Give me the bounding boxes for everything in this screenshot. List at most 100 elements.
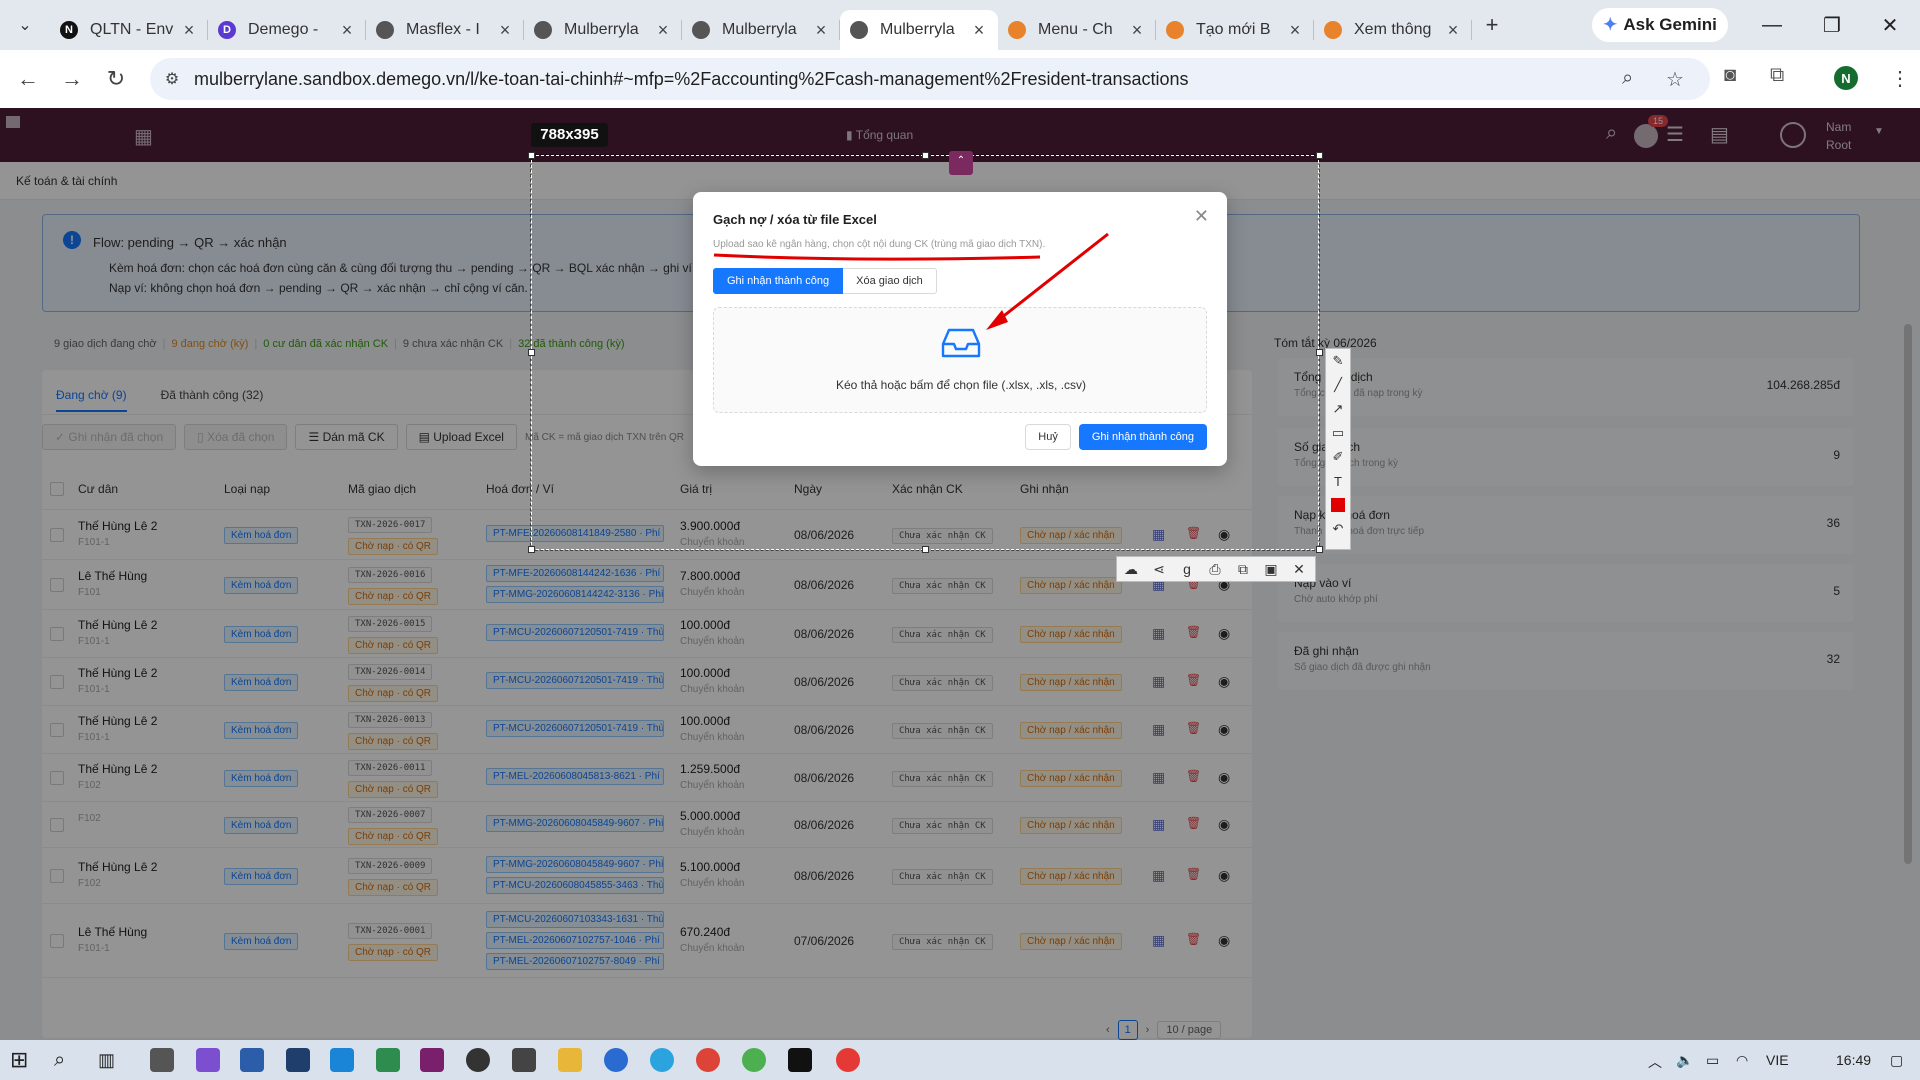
taskbar-search-icon[interactable]: ⌕ — [54, 1048, 78, 1072]
rectangle-icon[interactable]: ▭ — [1326, 421, 1350, 445]
tab-favicon-icon: N — [60, 21, 78, 39]
undo-icon[interactable]: ↶ — [1326, 517, 1350, 541]
text-icon[interactable]: T — [1326, 469, 1350, 493]
upload-cloud-icon[interactable]: ☁ — [1117, 561, 1145, 578]
url-text[interactable]: mulberrylane.sandbox.demego.vn/l/ke-toan… — [194, 69, 1189, 90]
battery-icon[interactable]: ▭ — [1706, 1052, 1719, 1069]
tab-favicon-icon — [1166, 21, 1184, 39]
tab-favicon-icon: D — [218, 21, 236, 39]
browser-tab[interactable]: D Demego - × — [208, 10, 366, 50]
copy-icon[interactable]: ⧉ — [1229, 561, 1257, 578]
tab-close-icon[interactable]: × — [1286, 20, 1304, 41]
google-search-icon[interactable]: g — [1173, 561, 1201, 577]
profile-avatar[interactable]: N — [1834, 66, 1858, 90]
vscode-icon[interactable] — [330, 1048, 354, 1072]
tab-close-icon[interactable]: × — [654, 20, 672, 41]
browser-tab[interactable]: Tạo mới B × — [1156, 10, 1314, 50]
bookmark-star-icon[interactable]: ☆ — [1666, 67, 1684, 92]
chrome-icon-1[interactable] — [696, 1048, 720, 1072]
browser-tab[interactable]: Menu - Ch × — [998, 10, 1156, 50]
new-tab-icon[interactable]: + — [1472, 12, 1512, 38]
forward-icon[interactable]: → — [50, 66, 94, 92]
share-icon[interactable]: ⋖ — [1145, 561, 1173, 578]
tab-close-icon[interactable]: × — [180, 20, 198, 41]
tab-label: Mulberryla — [564, 21, 639, 38]
omnibox[interactable]: ⚙ mulberrylane.sandbox.demego.vn/l/ke-to… — [150, 58, 1710, 100]
save-icon[interactable]: ▣ — [1257, 561, 1285, 578]
volume-icon[interactable]: 🔈 — [1676, 1052, 1693, 1069]
annotation-toolbar: ✎ ╱ ↗ ▭ ✐ T ↶ — [1325, 348, 1351, 550]
resize-handle-sw[interactable] — [528, 546, 535, 553]
app-icon-6[interactable] — [376, 1048, 400, 1072]
windows-taskbar: ⊞ ⌕ ▥ ︿ 🔈 ▭ ◠ VIE 16:49 ▢ — [0, 1040, 1920, 1080]
tab-close-icon[interactable]: × — [496, 20, 514, 41]
tab-close-icon[interactable]: × — [338, 20, 356, 41]
line-icon[interactable]: ╱ — [1326, 373, 1350, 397]
browser-menu-icon[interactable]: ⋮ — [1890, 66, 1910, 91]
ask-gemini-button[interactable]: ✦ Ask Gemini — [1592, 8, 1728, 42]
restore-icon[interactable]: ❐ — [1802, 0, 1862, 50]
arrow-icon[interactable]: ↗ — [1326, 397, 1350, 421]
capture-selection[interactable] — [530, 154, 1320, 551]
app-icon-3[interactable] — [240, 1048, 264, 1072]
chrome-icon-2[interactable] — [742, 1048, 766, 1072]
camera-app-icon[interactable] — [150, 1048, 174, 1072]
clock[interactable]: 16:49 — [1836, 1052, 1871, 1068]
back-icon[interactable]: ← — [6, 66, 50, 92]
close-window-icon[interactable]: ✕ — [1860, 0, 1920, 50]
notification-center-icon[interactable]: ▢ — [1890, 1052, 1903, 1069]
resize-handle-ne[interactable] — [1316, 152, 1323, 159]
browser-tab[interactable]: Mulberryla × — [840, 10, 998, 50]
capture-size-label: 788x395 — [531, 123, 608, 147]
site-info-icon[interactable]: ⚙ — [150, 69, 194, 89]
browser-tab[interactable]: Mulberryla × — [682, 10, 840, 50]
pen-icon[interactable]: ✎ — [1326, 349, 1350, 373]
zoom-icon[interactable]: ⌕ — [1622, 67, 1633, 90]
browser-tab[interactable]: Masflex - I × — [366, 10, 524, 50]
app-icon-9[interactable] — [512, 1048, 536, 1072]
print-icon[interactable]: ⎙ — [1201, 561, 1229, 578]
tabs: N QLTN - Env × D Demego - × Masflex - I × Mulber… — [50, 0, 1472, 50]
resize-handle-e[interactable] — [1316, 349, 1323, 356]
screenshot-icon[interactable]: ◙ — [1724, 64, 1736, 87]
reload-icon[interactable]: ↻ — [94, 66, 138, 92]
extensions-icon[interactable]: ⧉ — [1770, 64, 1784, 87]
color-swatch[interactable] — [1326, 493, 1350, 517]
tab-search-icon[interactable]: ⌄ — [0, 0, 50, 50]
app-icon-7[interactable] — [420, 1048, 444, 1072]
app-icon-8[interactable] — [466, 1048, 490, 1072]
telegram-icon[interactable] — [650, 1048, 674, 1072]
zalo-icon[interactable] — [604, 1048, 628, 1072]
tab-favicon-icon — [534, 21, 552, 39]
resize-handle-w[interactable] — [528, 349, 535, 356]
tab-close-icon[interactable]: × — [1444, 20, 1462, 41]
tab-favicon-icon — [692, 21, 710, 39]
visual-studio-icon[interactable] — [196, 1048, 220, 1072]
tab-label: QLTN - Env — [90, 21, 174, 38]
browser-tab[interactable]: Xem thông × — [1314, 10, 1472, 50]
app-icon-16[interactable] — [788, 1048, 812, 1072]
close-capture-icon[interactable]: ✕ — [1285, 561, 1313, 578]
browser-tab[interactable]: N QLTN - Env × — [50, 10, 208, 50]
windows-start-icon[interactable]: ⊞ — [10, 1048, 34, 1072]
resize-handle-s[interactable] — [922, 546, 929, 553]
app-icon-4[interactable] — [286, 1048, 310, 1072]
task-view-icon[interactable]: ▥ — [98, 1048, 122, 1072]
capture-action-toolbar: ☁ ⋖ g ⎙ ⧉ ▣ ✕ — [1116, 556, 1316, 582]
chrome-icon-3[interactable] — [836, 1048, 860, 1072]
tab-close-icon[interactable]: × — [1128, 20, 1146, 41]
tab-close-icon[interactable]: × — [970, 20, 988, 41]
resize-handle-n[interactable] — [922, 152, 929, 159]
language-indicator[interactable]: VIE — [1766, 1052, 1789, 1068]
tray-chevron-icon[interactable]: ︿ — [1648, 1052, 1662, 1072]
wifi-icon[interactable]: ◠ — [1736, 1052, 1748, 1069]
browser-tab[interactable]: Mulberryla × — [524, 10, 682, 50]
tab-label: Tạo mới B — [1196, 21, 1271, 38]
file-explorer-icon[interactable] — [558, 1048, 582, 1072]
resize-handle-nw[interactable] — [528, 152, 535, 159]
resize-handle-se[interactable] — [1316, 546, 1323, 553]
marker-icon[interactable]: ✐ — [1326, 445, 1350, 469]
tab-close-icon[interactable]: × — [812, 20, 830, 41]
minimize-icon[interactable]: — — [1742, 0, 1802, 50]
collapse-icon[interactable]: ⌃ — [949, 151, 973, 175]
